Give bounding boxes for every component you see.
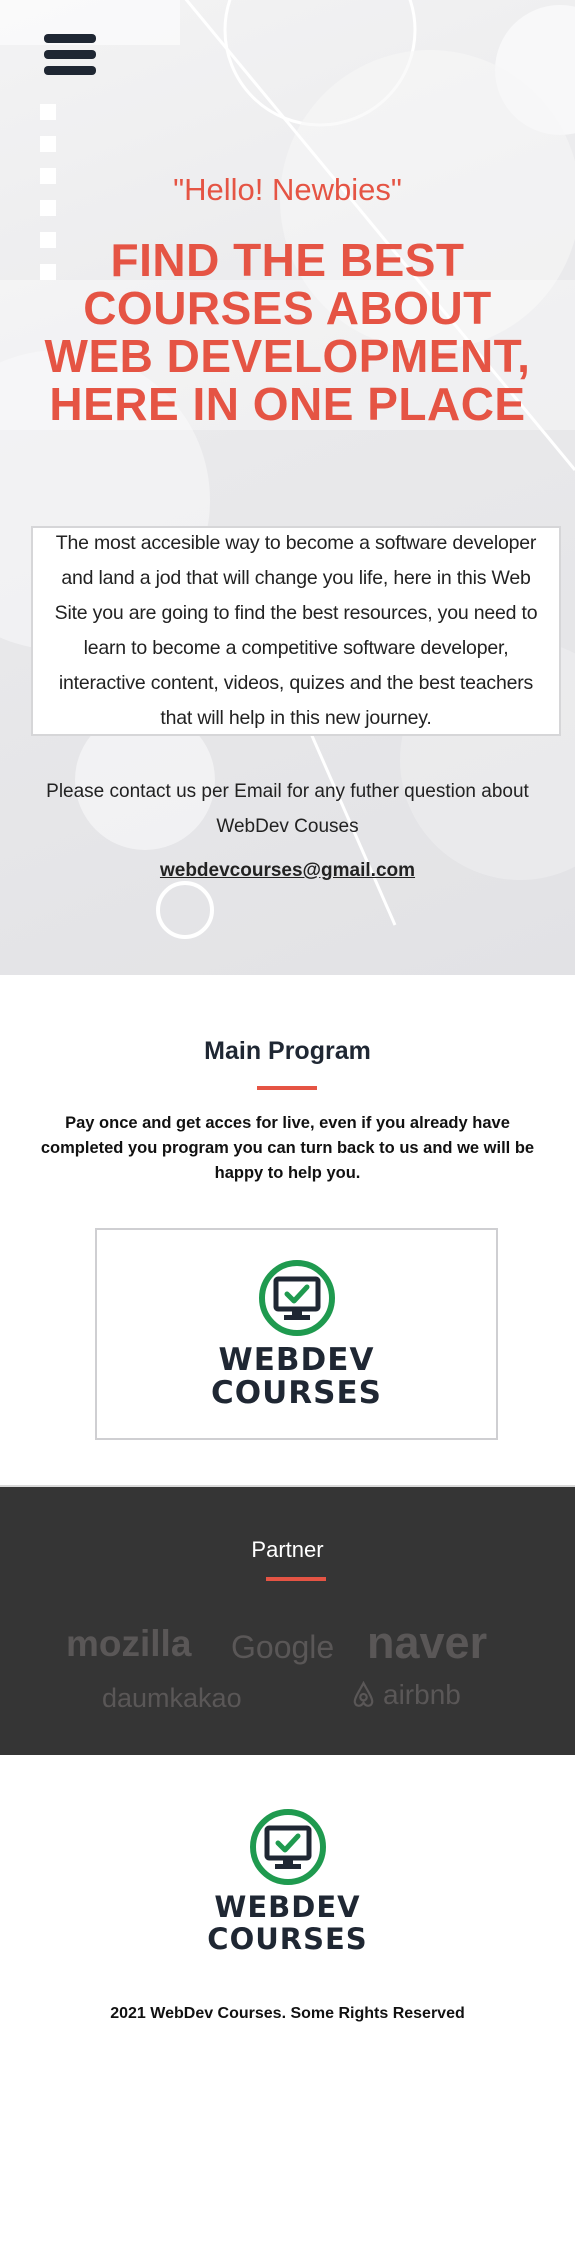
section-title: Partner bbox=[251, 1537, 324, 1562]
logo-word-courses: COURSES bbox=[211, 1375, 382, 1411]
logo-word-webdev: WEBDEV bbox=[214, 1890, 361, 1924]
partner-logo-mozilla: mozilla bbox=[66, 1623, 192, 1664]
partner-logo-daumkakao: daumkakao bbox=[102, 1683, 242, 1713]
email-link[interactable]: webdevcourses@gmail.com bbox=[160, 860, 415, 881]
section-title: Main Program bbox=[204, 1037, 371, 1065]
main-program-section: Main Program Pay once and get acces for … bbox=[0, 975, 575, 1485]
hero-section: "Hello! Newbies" FIND THE BEST COURSES A… bbox=[0, 0, 575, 975]
footer: WEBDEV COURSES 2021 WebDev Courses. Some… bbox=[0, 1755, 575, 2246]
about-text: The most accesible way to become a softw… bbox=[54, 532, 538, 729]
hero-headline: FIND THE BEST COURSES ABOUT WEB DEVELOPM… bbox=[10, 236, 565, 428]
monitor-check-icon bbox=[249, 1809, 326, 1885]
airbnb-text: airbnb bbox=[383, 1679, 461, 1710]
logo-word-courses: COURSES bbox=[207, 1922, 368, 1956]
program-description: Pay once and get acces for live, even if… bbox=[40, 1114, 535, 1182]
partner-logo-naver: naver bbox=[367, 1617, 488, 1668]
contact-text: Please contact us per Email for any futh… bbox=[46, 781, 529, 837]
program-logo-card: WEBDEV COURSES bbox=[95, 1228, 498, 1440]
headline-line: COURSES ABOUT bbox=[83, 282, 492, 334]
title-underline bbox=[257, 1086, 317, 1090]
airbnb-icon bbox=[353, 1681, 374, 1707]
monitor-check-icon bbox=[258, 1260, 335, 1336]
headline-line: FIND THE BEST bbox=[110, 234, 465, 286]
copyright-text: 2021 WebDev Courses. Some Rights Reserve… bbox=[110, 2005, 465, 2022]
email-container: webdevcourses@gmail.com bbox=[0, 860, 575, 882]
logo-word-webdev: WEBDEV bbox=[218, 1342, 375, 1378]
about-box: The most accesible way to become a softw… bbox=[31, 526, 561, 736]
partner-logo-airbnb: airbnb bbox=[350, 1679, 461, 1711]
footer-logo[interactable]: WEBDEV COURSES bbox=[0, 1807, 575, 1955]
headline-line: WEB DEVELOPMENT, bbox=[44, 330, 531, 382]
partner-logo-google: Google bbox=[231, 1629, 335, 1665]
hero-greeting: "Hello! Newbies" bbox=[173, 172, 402, 207]
hamburger-menu-icon[interactable] bbox=[44, 34, 96, 80]
headline-line: HERE IN ONE PLACE bbox=[49, 378, 526, 430]
partner-section: Partner mozilla Google naver daumkakao a… bbox=[0, 1485, 575, 1755]
title-underline bbox=[266, 1577, 326, 1581]
